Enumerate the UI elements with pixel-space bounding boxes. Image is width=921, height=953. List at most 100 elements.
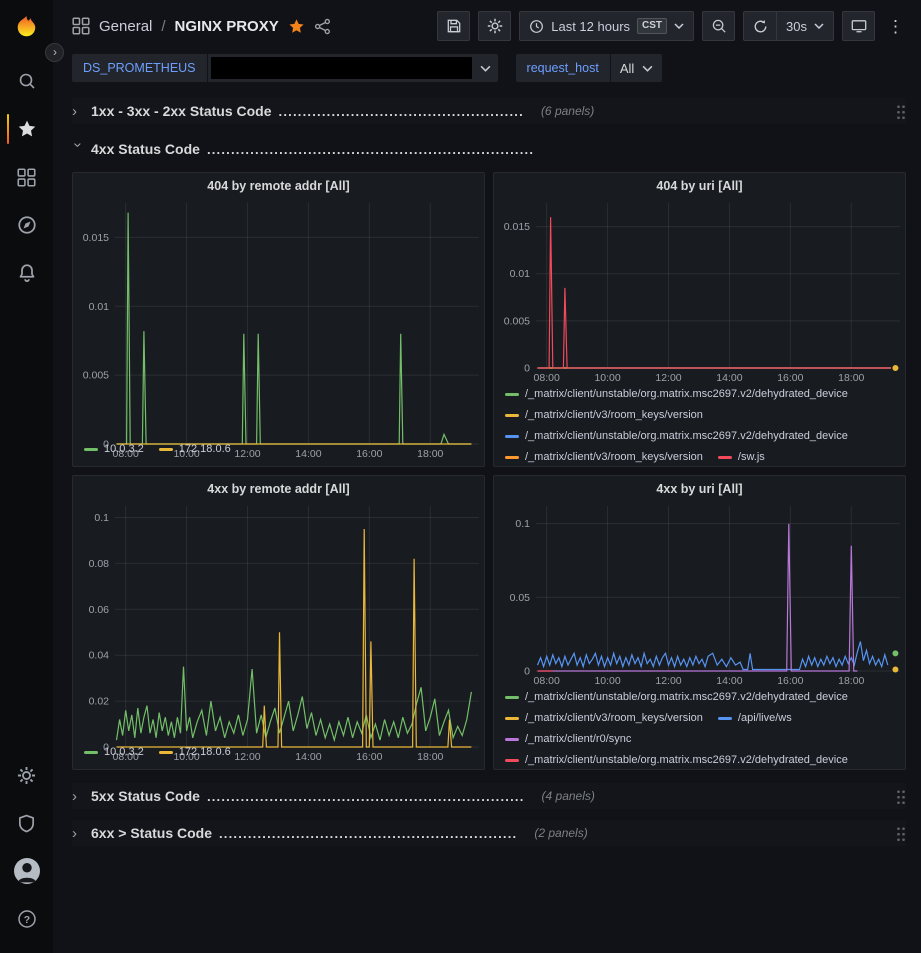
sidebar-expand-button[interactable]: › <box>45 43 64 62</box>
dashboards-grid-icon <box>17 168 36 187</box>
panel-title[interactable]: 4xx by uri [All] <box>494 476 905 498</box>
legend-item[interactable]: 10.0.3.2 <box>84 742 144 763</box>
legend-label: /_matrix/client/v3/room_keys/version <box>525 405 703 426</box>
panel-404-by-remote-addr: 404 by remote addr [All] 00.0050.010.015… <box>72 172 485 467</box>
panel-title[interactable]: 404 by remote addr [All] <box>73 173 484 195</box>
dashboard-toolbar: Last 12 hours CST <box>437 11 908 41</box>
svg-text:0: 0 <box>524 363 530 375</box>
datasource-value-redacted <box>211 57 472 79</box>
timeseries-chart[interactable]: 00.050.108:0010:0012:0014:0016:0018:00 <box>494 498 905 685</box>
legend-swatch <box>505 738 519 741</box>
timeseries-chart[interactable]: 00.0050.010.01508:0010:0012:0014:0016:00… <box>494 195 905 382</box>
legend-label: 172.18.0.6 <box>179 742 231 763</box>
breadcrumb-dashboard-title[interactable]: NGINX PROXY <box>175 18 279 35</box>
request-host-value: All <box>620 61 634 76</box>
apps-icon <box>72 17 90 35</box>
legend-item[interactable]: /_matrix/client/r0/sync <box>505 729 631 750</box>
share-icon[interactable] <box>314 18 331 35</box>
time-range-label: Last 12 hours <box>551 19 630 34</box>
svg-text:0.06: 0.06 <box>89 604 110 616</box>
chevron-right-icon: › <box>72 789 84 804</box>
breadcrumb-separator: / <box>161 18 165 35</box>
save-dashboard-button[interactable] <box>437 11 470 41</box>
row-panel-count: (4 panels) <box>542 789 595 803</box>
chevron-down-icon <box>642 65 653 72</box>
row-title: 5xx Status Code <box>91 788 200 804</box>
svg-text:0: 0 <box>524 666 530 678</box>
svg-text:0.005: 0.005 <box>504 315 530 327</box>
svg-text:0.01: 0.01 <box>89 301 110 313</box>
panel-legend: /_matrix/client/unstable/org.matrix.msc2… <box>494 685 905 769</box>
row-5xx[interactable]: › 5xx Status Code ......................… <box>72 783 906 809</box>
sidebar-item-server-admin[interactable] <box>7 803 47 843</box>
legend-item[interactable]: /api/live/ws <box>718 708 792 729</box>
legend-item[interactable]: /_matrix/client/unstable/org.matrix.msc2… <box>505 750 848 769</box>
favorite-star-icon[interactable] <box>288 18 305 35</box>
help-icon: ? <box>17 909 37 929</box>
row-drag-handle[interactable] <box>895 103 906 119</box>
datasource-select[interactable] <box>208 54 498 82</box>
timeseries-chart[interactable]: 00.0050.010.01508:0010:0012:0014:0016:00… <box>73 195 484 437</box>
row-title-dots: ........................................… <box>207 142 534 157</box>
row-panel-count: (2 panels) <box>534 826 587 840</box>
sidebar-item-dashboards[interactable] <box>7 157 47 197</box>
legend-swatch <box>505 717 519 720</box>
legend-item[interactable]: 172.18.0.6 <box>159 439 231 460</box>
legend-swatch <box>505 759 519 762</box>
chevron-down-icon: › <box>71 142 86 154</box>
sidebar-item-alerting[interactable] <box>7 253 47 293</box>
sidebar-item-starred[interactable] <box>7 109 47 149</box>
legend-swatch <box>505 456 519 459</box>
sidebar-item-help[interactable]: ? <box>7 899 47 939</box>
refresh-interval-picker[interactable]: 30s <box>776 11 834 41</box>
legend-swatch <box>84 448 98 451</box>
row-title: 4xx Status Code <box>91 141 200 157</box>
panel-4xx-by-uri: 4xx by uri [All] 00.050.108:0010:0012:00… <box>493 475 906 770</box>
row-drag-handle[interactable] <box>895 788 906 804</box>
legend-item[interactable]: /_matrix/client/v3/room_keys/version <box>505 447 703 466</box>
legend-item[interactable]: /_matrix/client/unstable/org.matrix.msc2… <box>505 384 848 405</box>
legend-item[interactable]: 172.18.0.6 <box>159 742 231 763</box>
legend-item[interactable]: /_matrix/client/unstable/org.matrix.msc2… <box>505 426 848 447</box>
timezone-badge: CST <box>637 18 667 34</box>
panel-title[interactable]: 404 by uri [All] <box>494 173 905 195</box>
legend-swatch <box>159 448 173 451</box>
row-6xx[interactable]: › 6xx > Status Code ....................… <box>72 820 906 846</box>
breadcrumb: General / NGINX PROXY <box>72 17 331 35</box>
sidebar-item-search[interactable] <box>7 61 47 101</box>
panel-legend: /_matrix/client/unstable/org.matrix.msc2… <box>494 382 905 466</box>
legend-swatch <box>718 456 732 459</box>
row-1xx-3xx-2xx[interactable]: › 1xx - 3xx - 2xx Status Code ..........… <box>72 98 906 124</box>
gear-icon <box>17 766 36 785</box>
legend-item[interactable]: 10.0.3.2 <box>84 439 144 460</box>
tv-mode-button[interactable] <box>842 11 875 41</box>
star-icon <box>17 119 37 139</box>
kebab-menu-button[interactable]: ⋮ <box>883 18 908 35</box>
zoom-out-time-button[interactable] <box>702 11 735 41</box>
gear-icon <box>487 18 503 34</box>
breadcrumb-folder[interactable]: General <box>99 18 152 35</box>
row-4xx[interactable]: › 4xx Status Code ......................… <box>72 136 906 162</box>
legend-item[interactable]: /_matrix/client/unstable/org.matrix.msc2… <box>505 687 848 708</box>
dashboard-canvas: › 1xx - 3xx - 2xx Status Code ..........… <box>53 90 921 953</box>
legend-swatch <box>505 435 519 438</box>
row-title: 6xx > Status Code <box>91 825 212 841</box>
sidebar-item-configuration[interactable] <box>7 755 47 795</box>
request-host-select[interactable]: All <box>611 54 662 82</box>
legend-item[interactable]: /_matrix/client/v3/room_keys/version <box>505 708 703 729</box>
refresh-button[interactable] <box>743 11 776 41</box>
row-drag-handle[interactable] <box>895 825 906 841</box>
row-panel-count: (6 panels) <box>541 104 594 118</box>
time-range-picker[interactable]: Last 12 hours CST <box>519 11 694 41</box>
refresh-icon <box>753 19 768 34</box>
legend-item[interactable]: /sw.js <box>718 447 765 466</box>
timeseries-chart[interactable]: 00.020.040.060.080.108:0010:0012:0014:00… <box>73 498 484 740</box>
user-avatar[interactable] <box>7 851 47 891</box>
legend-swatch <box>505 414 519 417</box>
grafana-logo[interactable] <box>7 7 47 47</box>
row-title-dots: ........................................… <box>219 826 517 841</box>
sidebar-item-explore[interactable] <box>7 205 47 245</box>
panel-title[interactable]: 4xx by remote addr [All] <box>73 476 484 498</box>
legend-item[interactable]: /_matrix/client/v3/room_keys/version <box>505 405 703 426</box>
dashboard-settings-button[interactable] <box>478 11 511 41</box>
